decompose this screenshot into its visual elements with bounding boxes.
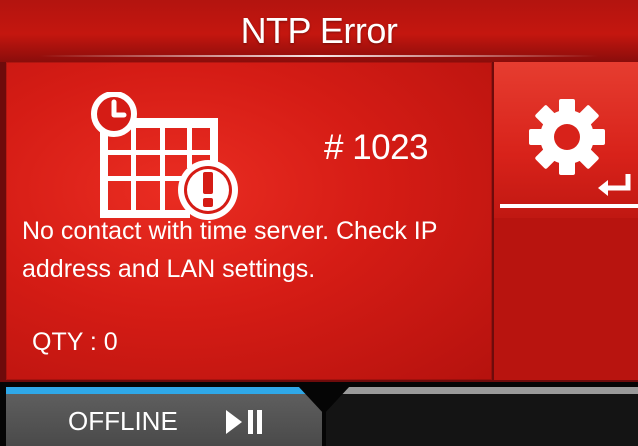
settings-underline — [500, 204, 638, 208]
offline-label: OFFLINE — [68, 406, 178, 436]
side-panel — [494, 62, 638, 380]
screen-title: NTP Error — [240, 10, 398, 51]
printer-screen: NTP Error # 1023 No contact with time se… — [0, 0, 638, 446]
title-divider — [40, 55, 598, 57]
enter-icon — [598, 174, 631, 196]
status-bar: OFFLINE — [0, 382, 638, 446]
calendar-clock-alert-icon — [91, 92, 238, 220]
status-pointer — [298, 386, 350, 414]
error-message: No contact with time server. Check IP ad… — [22, 217, 437, 283]
gear-icon — [529, 99, 605, 175]
play-pause-icon — [226, 410, 262, 434]
title-bar: NTP Error — [0, 0, 638, 62]
settings-button[interactable] — [494, 62, 638, 218]
status-right-area — [326, 394, 638, 446]
error-panel: # 1023 No contact with time server. Chec… — [6, 62, 492, 380]
offline-button[interactable]: OFFLINE — [6, 394, 322, 446]
error-code: # 1023 — [324, 128, 429, 167]
quantity-label: QTY : 0 — [32, 328, 118, 356]
progress-fill — [6, 387, 316, 394]
